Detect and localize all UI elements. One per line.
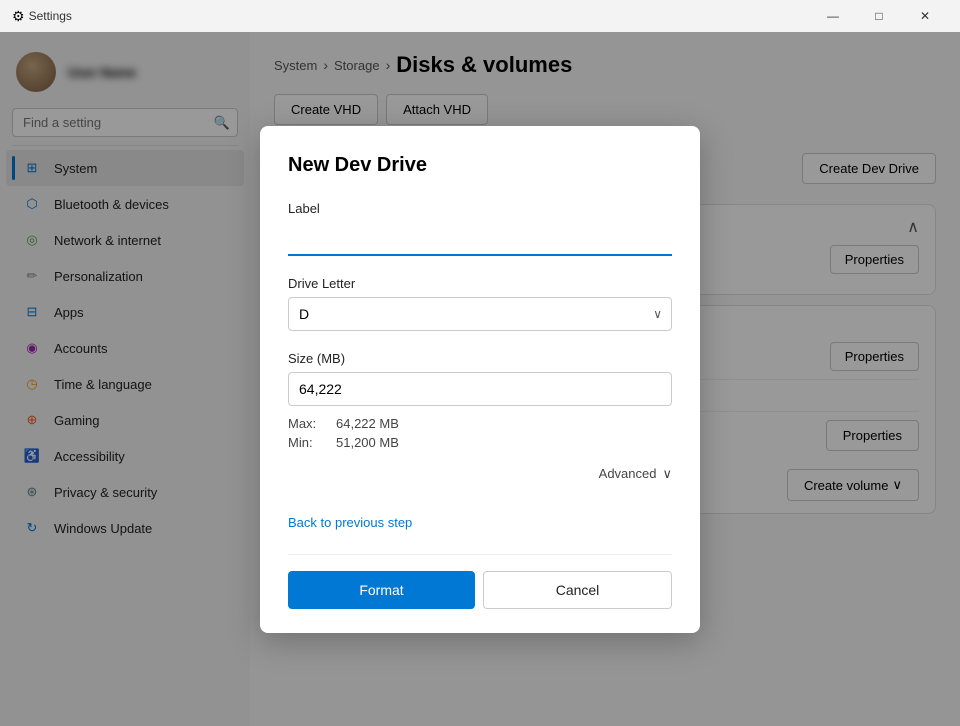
dialog-title: New Dev Drive xyxy=(288,154,672,177)
max-value: 64,222 MB xyxy=(336,416,672,431)
dialog-footer: Format Cancel xyxy=(288,554,672,609)
drive-letter-label: Drive Letter xyxy=(288,276,672,291)
chevron-down-icon: ∨ xyxy=(662,466,672,482)
title-bar: ⚙ Settings — □ ✕ xyxy=(0,0,960,32)
window-controls: — □ ✕ xyxy=(810,0,948,32)
dialog-overlay: New Dev Drive Label Drive Letter C D E F… xyxy=(0,32,960,726)
settings-icon: ⚙ xyxy=(12,8,25,25)
min-value: 51,200 MB xyxy=(336,435,672,450)
maximize-button[interactable]: □ xyxy=(856,0,902,32)
window-title: Settings xyxy=(29,9,72,23)
cancel-button[interactable]: Cancel xyxy=(483,571,672,609)
drive-letter-select[interactable]: C D E F G xyxy=(288,297,672,331)
size-limits: Max: 64,222 MB Min: 51,200 MB xyxy=(288,416,672,450)
min-label: Min: xyxy=(288,435,328,450)
label-field-label: Label xyxy=(288,201,672,216)
new-dev-drive-dialog: New Dev Drive Label Drive Letter C D E F… xyxy=(260,126,700,633)
size-input[interactable] xyxy=(288,372,672,406)
advanced-row[interactable]: Advanced ∨ xyxy=(288,466,672,482)
size-field-label: Size (MB) xyxy=(288,351,672,366)
close-button[interactable]: ✕ xyxy=(902,0,948,32)
label-input[interactable] xyxy=(288,222,672,256)
advanced-label: Advanced xyxy=(599,466,657,481)
drive-letter-wrapper: C D E F G ∨ xyxy=(288,297,672,331)
back-link[interactable]: Back to previous step xyxy=(288,515,412,530)
max-label: Max: xyxy=(288,416,328,431)
format-button[interactable]: Format xyxy=(288,571,475,609)
minimize-button[interactable]: — xyxy=(810,0,856,32)
